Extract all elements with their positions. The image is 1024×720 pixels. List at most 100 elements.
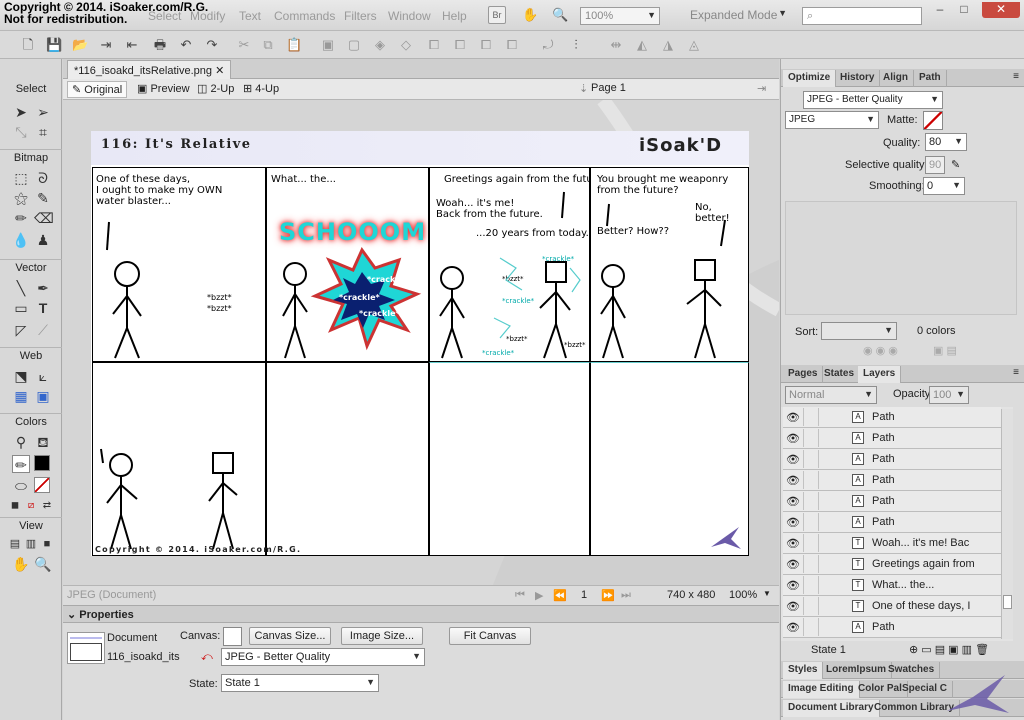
flip-h-icon[interactable]: ◭ [634,37,650,53]
paste-icon[interactable]: 📋 [286,37,302,53]
layer-row[interactable]: 👁 T One of these days, I [783,596,1001,617]
scrollbar-thumb[interactable] [1003,595,1012,609]
layer-row[interactable]: 👁 A Path [783,470,1001,491]
first-frame-icon[interactable]: ⏮ [515,589,525,602]
undo-icon[interactable]: ↶ [178,37,194,53]
layers-scrollbar[interactable] [1001,409,1013,639]
send-backward-icon[interactable]: ⧠ [478,37,494,53]
layer-row[interactable]: 👁 A Path [783,617,1001,638]
eye-icon[interactable]: 👁 [786,411,800,424]
chevron-down-icon[interactable]: ▼ [763,589,771,598]
page-menu-icon[interactable]: ⇥ [753,81,770,98]
text-tool-icon[interactable]: T [34,299,52,317]
tab-image-editing[interactable]: Image Editing [783,681,860,698]
eye-icon[interactable]: 👁 [786,600,800,613]
bring-forward-icon[interactable]: ⧠ [452,37,468,53]
fill-color-icon[interactable]: ⬭ [12,477,30,495]
lock-toggle[interactable] [803,555,819,573]
lock-toggle[interactable] [803,576,819,594]
zoom-tool-icon[interactable]: 🔍 [34,555,52,573]
tab-preview[interactable]: ▣ Preview [133,81,194,98]
tab-history[interactable]: History [835,70,881,87]
layer-row[interactable]: 👁 A Path [783,512,1001,533]
lock-toggle[interactable] [803,492,819,510]
export-icon[interactable]: ⇤ [124,37,140,53]
menu-commands[interactable]: Commands [274,9,335,23]
search-input[interactable]: ⌕ [802,7,922,25]
fill-color-swatch[interactable] [34,477,50,493]
tab-swatches[interactable]: Swatches [883,662,941,679]
crop-tool-icon[interactable]: ⌗ [34,123,52,141]
layer-row[interactable]: 👁 T What... the... [783,575,1001,596]
properties-header[interactable]: ⌄ Properties [63,606,779,623]
eye-icon[interactable]: 👁 [786,537,800,550]
slice-tool-icon[interactable]: ⟀ [34,367,52,385]
close-button[interactable]: ✕ [982,2,1020,18]
tab-states[interactable]: States [819,366,861,383]
layer-row[interactable]: 👁 A Path [783,449,1001,470]
state-select[interactable]: State 1 ▼ [221,674,379,692]
paint-bucket-tool-icon[interactable]: ⛾ [34,433,52,451]
last-frame-icon[interactable]: ⏭ [621,589,631,602]
cut-icon[interactable]: ✂ [236,37,252,53]
prev-frame-icon[interactable]: ⏪ [553,589,567,602]
eye-icon[interactable]: 👁 [786,579,800,592]
redo-icon[interactable]: ↷ [204,37,220,53]
edit-selective-icon[interactable]: ✎ [951,158,960,171]
eye-icon[interactable]: 👁 [786,621,800,634]
panel-menu-icon[interactable]: ≡ [1013,367,1019,378]
page-label[interactable]: Page 1 [587,81,630,98]
hotspot-tool-icon[interactable]: ⬔ [12,367,30,385]
send-back-icon[interactable]: ⧠ [504,37,520,53]
matte-color-swatch[interactable] [923,111,943,130]
join-icon[interactable]: ◈ [372,37,388,53]
play-icon[interactable]: ▶ [535,589,543,602]
lock-toggle[interactable] [803,408,819,426]
brush-tool-icon[interactable]: ✎ [34,189,52,207]
align-icon[interactable]: ⫶ [568,37,584,53]
eye-icon[interactable]: 👁 [786,453,800,466]
lasso-tool-icon[interactable]: ᘐ [34,169,52,187]
rotate-icon[interactable]: ⤾ [540,37,556,53]
full-screen-icon[interactable]: ■ [38,535,56,553]
stroke-color-swatch[interactable] [34,455,50,471]
layer-row[interactable]: 👁 A Path [783,491,1001,512]
new-file-icon[interactable]: 🗋 [20,37,36,53]
menu-text[interactable]: Text [239,9,261,23]
format-select[interactable]: JPEG ▼ [785,111,879,129]
pen-tool-icon[interactable]: ✒ [34,279,52,297]
blur-tool-icon[interactable]: 💧 [12,231,30,249]
group-icon[interactable]: ▣ [320,37,336,53]
layer-row[interactable]: 👁 T Greetings again from [783,554,1001,575]
split-icon[interactable]: ◇ [398,37,414,53]
lock-toggle[interactable] [803,450,819,468]
flip-horizontal-icon[interactable]: ⇹ [608,37,624,53]
tab-align[interactable]: Align [878,70,914,87]
layer-actions-icons[interactable]: ⊕ ▭ ▤ ▣ ▥ 🗑 [909,643,989,656]
lock-toggle[interactable] [803,597,819,615]
freeform-tool-icon[interactable]: ◸ [12,321,30,339]
maximize-button[interactable]: □ [950,2,978,18]
knife-tool-icon[interactable]: ⟋ [34,321,52,339]
rubber-stamp-tool-icon[interactable]: ♟ [34,231,52,249]
flip-v-icon[interactable]: ◮ [660,37,676,53]
print-icon[interactable]: 🖶 [152,37,168,53]
tab-loremipsum[interactable]: LoremIpsum [821,662,893,679]
eyedropper-tool-icon[interactable]: ⚲ [12,433,30,451]
ungroup-icon[interactable]: ▢ [346,37,362,53]
canvas-color-swatch[interactable] [223,627,242,646]
lock-toggle[interactable] [803,429,819,447]
bridge-button[interactable]: Br [488,6,506,24]
panel-menu-icon[interactable]: ≡ [1013,71,1019,82]
export-format-select[interactable]: JPEG - Better Quality ▼ [221,648,425,666]
next-frame-icon[interactable]: ⏩ [601,589,615,602]
tab-pages[interactable]: Pages [783,366,824,383]
blend-mode-select[interactable]: Normal ▼ [785,386,877,404]
open-icon[interactable]: 📂 [72,37,88,53]
tab-document-library[interactable]: Document Library [783,700,880,717]
tab-layers[interactable]: Layers [858,366,902,383]
comic-image[interactable]: 116: It's Relative iSoak'D One of these … [91,131,749,556]
stroke-color-icon[interactable]: ✏ [12,455,30,473]
pointer-tool-icon[interactable]: ➤ [12,103,30,121]
pencil-tool-icon[interactable]: ✏ [12,209,30,227]
